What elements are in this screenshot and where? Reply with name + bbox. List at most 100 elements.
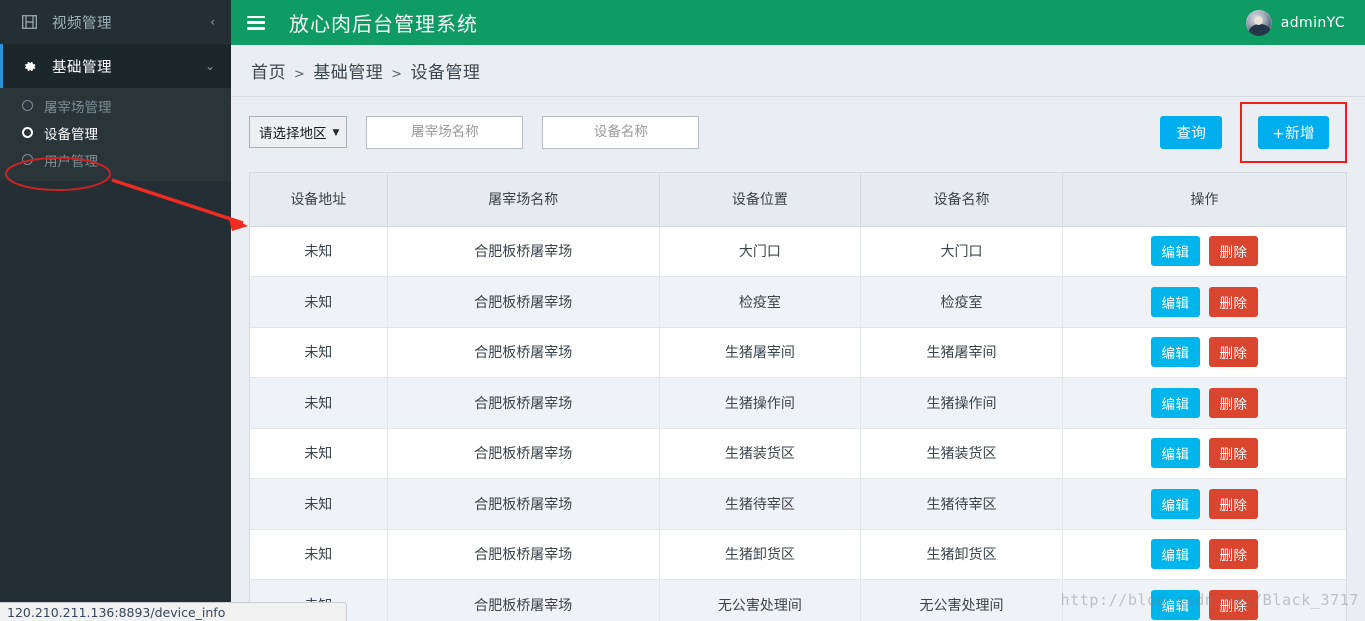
table-row: 未知合肥板桥屠宰场无公害处理间无公害处理间编辑删除 xyxy=(250,579,1346,621)
chevron-down-icon: ▼ xyxy=(332,127,340,138)
top-header: 放心肉后台管理系统 adminYC xyxy=(231,0,1365,45)
breadcrumb-home[interactable]: 首页 xyxy=(251,63,286,83)
device-table-container: 设备地址 屠宰场名称 设备位置 设备名称 操作 未知 合肥板桥屠宰场 大门口 大门口编… xyxy=(249,172,1347,621)
cell-actions: 编辑 删除 xyxy=(1062,529,1346,580)
cell-house: 合肥板桥屠宰场 xyxy=(387,276,660,328)
cell-position: 大门口 xyxy=(659,226,861,277)
edit-button[interactable]: 编辑 xyxy=(1151,488,1201,519)
table-row: 未知 合肥板桥屠宰场 生猪操作间 生猪操作间 编辑 删除 xyxy=(250,377,1346,429)
region-select[interactable]: 请选择地区 ▼ xyxy=(249,116,348,148)
cell-device: 检疫室 xyxy=(860,276,1064,328)
sidebar: 视频管理 ‹ 基础管理 ⌄ 屠宰场管理 设备管理 用户管理 xyxy=(0,0,231,621)
cell-device: 生猪屠宰间 xyxy=(860,327,1064,378)
cell-device: 大门口 xyxy=(860,226,1064,277)
sidebar-subitem-label: 用户管理 xyxy=(44,153,98,170)
breadcrumb-separator: > xyxy=(391,67,403,82)
breadcrumb-separator: > xyxy=(293,67,306,82)
column-header-position: 设备位置 xyxy=(659,173,861,227)
row-action-group: 编辑 删除 xyxy=(1063,236,1346,267)
cell-address: 未知 xyxy=(250,276,388,328)
cell-actions: 编辑 删除 xyxy=(1062,226,1346,277)
table-row: 未知 合肥板桥屠宰场 生猪装货区 生猪装货区 编辑 删除 xyxy=(250,428,1346,479)
circle-icon xyxy=(22,154,33,165)
cell-actions: 编辑 删除 xyxy=(1062,377,1346,429)
cell-address: 未知 xyxy=(250,226,388,277)
cell-position: 生猪操作间 xyxy=(659,377,861,429)
sidebar-item-user-management[interactable]: 用户管理 xyxy=(0,146,231,173)
slaughterhouse-name-input[interactable] xyxy=(366,115,524,149)
delete-button[interactable]: 删除 xyxy=(1209,488,1259,519)
cell-actions: 编辑 删除 xyxy=(1062,327,1346,378)
sidebar-item-device-management[interactable]: 设备管理 xyxy=(0,119,231,146)
sidebar-subitem-label: 屠宰场管理 xyxy=(44,99,112,116)
sidebar-item-label: 视频管理 xyxy=(52,15,112,32)
cell-device: 生猪卸货区 xyxy=(860,529,1064,580)
edit-button[interactable]: 编辑 xyxy=(1151,387,1201,418)
delete-button[interactable]: 删除 xyxy=(1209,337,1259,368)
circle-icon xyxy=(22,100,33,111)
cell-house: 合肥板桥屠宰场 xyxy=(387,529,660,580)
cell-house: 合肥板桥屠宰场 xyxy=(387,579,660,621)
edit-button[interactable]: 编辑 xyxy=(1151,539,1201,570)
sidebar-item-video-management[interactable]: 视频管理 ‹ xyxy=(0,0,231,44)
username-label: adminYC xyxy=(1280,14,1345,31)
delete-button[interactable]: 删除 xyxy=(1209,286,1259,317)
edit-button[interactable]: 编辑 xyxy=(1151,236,1201,267)
table-row: 未知 合肥板桥屠宰场 大门口 大门口 编辑 删除 xyxy=(250,226,1346,277)
sidebar-item-label: 基础管理 xyxy=(52,59,112,76)
hamburger-icon[interactable] xyxy=(247,15,265,30)
breadcrumb-level3: 设备管理 xyxy=(410,63,481,83)
cell-position: 检疫室 xyxy=(659,276,861,328)
sidebar-item-basic-management[interactable]: 基础管理 ⌄ xyxy=(0,44,231,88)
delete-button[interactable]: 删除 xyxy=(1209,589,1259,620)
cell-address: 未知 xyxy=(250,478,388,530)
chevron-down-icon: ⌄ xyxy=(204,59,215,73)
breadcrumb-bar: 首页 > 基础管理 > 设备管理 xyxy=(231,45,1365,97)
row-action-group: 编辑 删除 xyxy=(1063,286,1346,317)
sidebar-item-slaughterhouse-management[interactable]: 屠宰场管理 xyxy=(0,92,231,119)
cell-address: 未知 xyxy=(250,428,388,479)
video-icon xyxy=(22,15,42,29)
add-button-wrapper: +新增 xyxy=(1240,101,1347,163)
cell-house: 合肥板桥屠宰场 xyxy=(387,377,660,429)
sidebar-subitem-label: 设备管理 xyxy=(44,126,98,143)
delete-button[interactable]: 删除 xyxy=(1209,387,1259,418)
status-url: 120.210.211.136:8893/device_info xyxy=(7,604,226,620)
table-row: 未知 合肥板桥屠宰场 生猪屠宰间 生猪屠宰间 编辑 删除 xyxy=(250,327,1346,378)
table-row: 未知 合肥板桥屠宰场 生猪待宰区 生猪待宰区 编辑 删除 xyxy=(250,478,1346,530)
delete-button[interactable]: 删除 xyxy=(1209,438,1259,469)
cell-address: 未知 xyxy=(250,327,388,378)
cell-position: 生猪屠宰间 xyxy=(659,327,861,378)
edit-button[interactable]: 编辑 xyxy=(1151,438,1201,469)
row-action-group: 编辑 删除 xyxy=(1063,589,1346,620)
delete-button[interactable]: 删除 xyxy=(1209,539,1259,570)
row-action-group: 编辑 删除 xyxy=(1063,438,1346,469)
row-action-group: 编辑 删除 xyxy=(1063,337,1346,368)
browser-status-bar: 120.210.211.136:8893/device_info xyxy=(0,602,347,621)
edit-button[interactable]: 编辑 xyxy=(1151,589,1201,620)
cell-actions: 编辑 删除 xyxy=(1062,276,1346,328)
admin-page: 视频管理 ‹ 基础管理 ⌄ 屠宰场管理 设备管理 用户管理 放心肉后台管理系统 … xyxy=(0,0,1365,621)
user-menu[interactable]: adminYC xyxy=(1245,9,1351,36)
cell-actions: 编辑 删除 xyxy=(1062,428,1346,479)
cell-actions: 编辑 删除 xyxy=(1062,478,1346,530)
device-name-input[interactable] xyxy=(542,115,700,149)
table-row: 未知 合肥板桥屠宰场 检疫室 检疫室 编辑 删除 xyxy=(250,276,1346,328)
cell-position: 生猪装货区 xyxy=(659,428,861,479)
cell-device: 生猪装货区 xyxy=(860,428,1064,479)
row-action-group: 编辑 删除 xyxy=(1063,387,1346,418)
sidebar-submenu: 屠宰场管理 设备管理 用户管理 xyxy=(0,88,231,181)
edit-button[interactable]: 编辑 xyxy=(1151,337,1201,368)
filter-toolbar: 请选择地区 ▼ 查询 +新增 xyxy=(249,101,1347,163)
region-select-value: 请选择地区 xyxy=(259,126,327,142)
main-area: 放心肉后台管理系统 adminYC 首页 > 基础管理 > 设备管理 请选择地区… xyxy=(231,0,1365,621)
delete-button[interactable]: 删除 xyxy=(1209,236,1259,267)
cell-house: 合肥板桥屠宰场 xyxy=(387,478,660,530)
add-button[interactable]: +新增 xyxy=(1258,115,1329,149)
device-table: 设备地址 屠宰场名称 设备位置 设备名称 操作 未知 合肥板桥屠宰场 大门口 大门口编… xyxy=(250,173,1346,621)
column-header-actions: 操作 xyxy=(1062,173,1346,227)
query-button[interactable]: 查询 xyxy=(1160,115,1223,149)
content-panel: 请选择地区 ▼ 查询 +新增 xyxy=(231,97,1365,621)
breadcrumb-level2[interactable]: 基础管理 xyxy=(313,63,383,83)
edit-button[interactable]: 编辑 xyxy=(1151,286,1201,317)
